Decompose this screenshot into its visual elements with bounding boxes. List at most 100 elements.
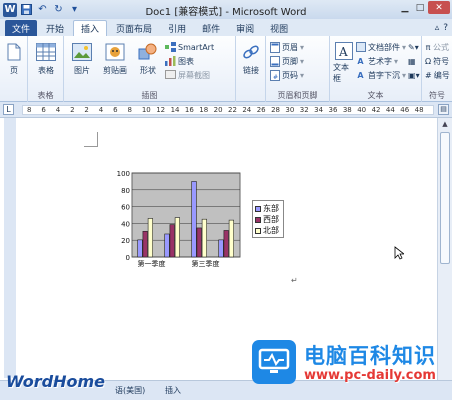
pages-button[interactable]: 页 (3, 38, 25, 84)
tab-file[interactable]: 文件 (5, 20, 38, 36)
clipart-icon (104, 41, 126, 63)
status-language[interactable]: 语(美国) (115, 385, 145, 396)
word-window: W ↶ ↻ ▾ Doc1 [兼容模式] - Microsoft Word ▁ □… (0, 0, 452, 400)
page-number-button[interactable]: # 页码 ▾ (269, 68, 326, 82)
picture-icon (71, 41, 93, 63)
date-time-icon[interactable]: ▦ (408, 54, 420, 68)
links-button[interactable]: 链接 (239, 38, 263, 84)
group-links: 链接 (236, 36, 266, 102)
wordart-icon: A (357, 56, 364, 66)
text-small-buttons: 文档部件 ▾ A 艺术字 ▾ A 首字下沉 ▾ (355, 38, 406, 84)
ruler-tick: 8 (127, 106, 132, 114)
textbox-button[interactable]: A 文本框 (333, 38, 355, 84)
page-number-icon: # (269, 69, 280, 81)
help-icon[interactable]: ? (443, 23, 448, 33)
ruler-tick: 22 (228, 106, 237, 114)
clipart-button[interactable]: 剪贴画 (97, 38, 133, 84)
legend-label-west: 西部 (263, 215, 279, 224)
group-header-footer: 页眉 ▾ 页脚 ▾ # 页码 ▾ 页眉和页脚 (266, 36, 330, 102)
scroll-thumb[interactable] (440, 132, 450, 264)
object-icon[interactable]: ▣▾ (408, 68, 420, 82)
header-icon (269, 41, 280, 53)
status-insert-mode[interactable]: 插入 (165, 385, 181, 396)
screenshot-icon (165, 70, 176, 81)
symbol-button[interactable]: Ω 符号 (425, 54, 449, 68)
wordart-button[interactable]: A 艺术字 ▾ (355, 54, 406, 68)
tab-page-layout[interactable]: 页面布局 (109, 20, 159, 36)
wordhome-watermark: WordHome (6, 372, 106, 391)
scroll-up-icon[interactable]: ▲ (440, 119, 450, 129)
ruler-tick: 28 (271, 106, 280, 114)
ruler-tick: 36 (328, 106, 338, 114)
shapes-label: 形状 (140, 66, 156, 75)
number-button[interactable]: # 编号 (425, 68, 450, 82)
pc-daily-title: 电脑百科知识 (304, 344, 436, 368)
screenshot-button[interactable]: 屏幕截图 (165, 68, 214, 82)
number-label: 编号 (433, 70, 450, 80)
illustrations-group-label: 插图 (141, 91, 158, 100)
chart-label: 图表 (178, 56, 194, 66)
tab-home[interactable]: 开始 (39, 20, 71, 36)
ruler-track[interactable]: 8 6 4 2 2 4 6 8 10 12 14 16 18 20 22 24 26 28 30 32 34 36 38 40… (22, 105, 434, 115)
tab-mailings[interactable]: 邮件 (195, 20, 227, 36)
legend-swatch-north (255, 227, 261, 234)
tab-insert[interactable]: 插入 (73, 20, 108, 36)
group-pages: 页 (0, 36, 28, 102)
close-icon[interactable]: ✕ (428, 1, 450, 14)
chart-bar (142, 230, 148, 258)
picture-button[interactable]: 图片 (67, 38, 97, 84)
smartart-label: SmartArt (178, 42, 215, 52)
horizontal-ruler: L 8 6 4 2 2 4 6 8 10 12 14 16 18 20 22 24 26 28 30 32 34 36 38… (0, 102, 452, 118)
header-button[interactable]: 页眉 ▾ (269, 40, 326, 54)
chart-button[interactable]: 图表 (165, 54, 214, 68)
embedded-chart[interactable]: 0 20 40 60 80 100 第一季度 第三季度 (114, 167, 254, 275)
signature-line-icon[interactable]: ✎▾ (408, 40, 420, 54)
group-symbols: π 公式 Ω 符号 # 编号 符号 (422, 36, 452, 102)
ruler-tick: 24 (242, 106, 252, 114)
table-button[interactable]: 表格 (31, 38, 61, 84)
window-title: Doc1 [兼容模式] - Microsoft Word (145, 7, 307, 18)
ruler-tick: 46 (400, 106, 410, 114)
minimize-ribbon-icon[interactable]: ▵ (435, 23, 440, 33)
tab-review[interactable]: 审阅 (229, 20, 261, 36)
ruler-tick: 14 (170, 106, 180, 114)
chart-bar (164, 233, 170, 258)
page-number-label: 页码 (282, 70, 298, 80)
table-label: 表格 (38, 66, 54, 75)
quickparts-button[interactable]: 文档部件 ▾ (355, 40, 406, 54)
svg-text:#: # (273, 74, 278, 81)
page-crop-mark (84, 132, 98, 147)
group-illustrations: 图片 剪贴画 形状 SmartArt 图表 屏幕截图 插图 (64, 36, 236, 102)
tables-group-label: 表格 (37, 91, 54, 100)
ruler-tick: 6 (41, 106, 46, 114)
tab-references[interactable]: 引用 (161, 20, 193, 36)
header-label: 页眉 (282, 42, 298, 52)
minimize-icon[interactable]: ▁ (398, 1, 412, 14)
chart-x-tick-label: 第一季度 (138, 259, 166, 268)
equation-button[interactable]: π 公式 (425, 40, 449, 54)
ruler-tick: 4 (98, 106, 104, 114)
maximize-icon[interactable]: □ (413, 1, 427, 14)
tab-view[interactable]: 视图 (263, 20, 295, 36)
view-ruler-icon[interactable]: ▤ (438, 104, 449, 115)
footer-button[interactable]: 页脚 ▾ (269, 54, 326, 68)
smartart-button[interactable]: SmartArt (165, 40, 214, 54)
ruler-tick: 40 (357, 106, 367, 114)
ruler-tick: 18 (199, 106, 209, 114)
svg-text:A: A (338, 45, 348, 59)
footer-label: 页脚 (282, 56, 298, 66)
links-label: 链接 (243, 66, 259, 75)
chart-y-tick-label: 40 (121, 220, 130, 228)
symbols-group-label: 符号 (429, 91, 445, 100)
ruler-tick: 48 (414, 106, 424, 114)
ruler-tick: 2 (84, 106, 89, 114)
symbol-label: 符号 (433, 56, 450, 66)
shapes-button[interactable]: 形状 (133, 38, 163, 84)
tab-selector[interactable]: L (3, 104, 14, 115)
ruler-tick: 8 (27, 106, 32, 114)
ruler-tick: 38 (342, 106, 352, 114)
number-icon: # (425, 70, 432, 80)
group-tables: 表格 表格 (28, 36, 64, 102)
dropcap-button[interactable]: A 首字下沉 ▾ (355, 68, 406, 82)
pc-daily-url: www.pc-daily.com (304, 368, 436, 383)
